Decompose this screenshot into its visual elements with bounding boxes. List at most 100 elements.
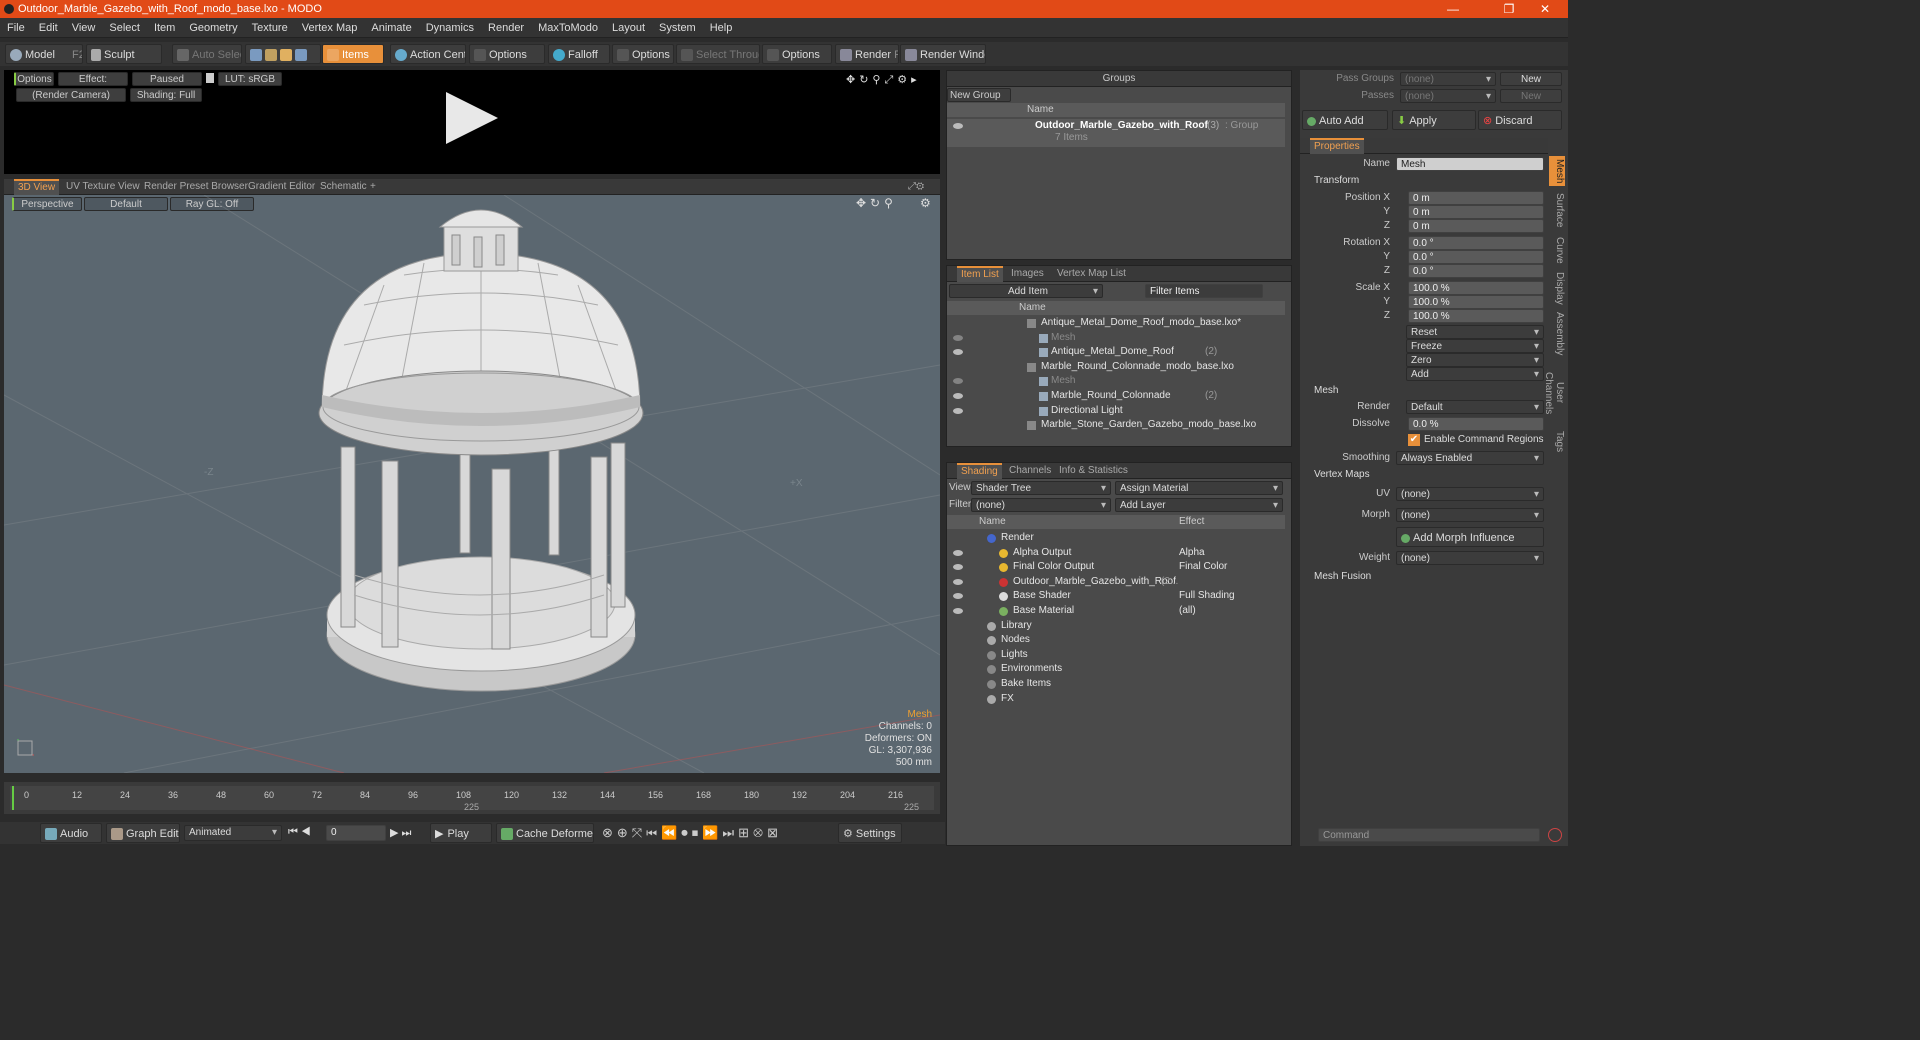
position-x-input[interactable]: 0 m bbox=[1408, 191, 1544, 205]
render-dropdown[interactable]: Default bbox=[1406, 400, 1544, 415]
menu-view[interactable]: View bbox=[65, 18, 103, 38]
new-pass-button-2[interactable]: New bbox=[1500, 89, 1562, 103]
tab-3d-view[interactable]: 3D View bbox=[14, 179, 60, 195]
settings-button[interactable]: ⚙ Settings bbox=[838, 823, 902, 843]
zero-dropdown[interactable]: Zero bbox=[1406, 353, 1544, 368]
add-tab-icon[interactable]: + bbox=[366, 179, 380, 195]
tab-properties[interactable]: Properties bbox=[1310, 138, 1364, 154]
tab-item-list[interactable]: Item List bbox=[957, 266, 1003, 282]
eye-icon[interactable] bbox=[953, 349, 963, 356]
playhead[interactable] bbox=[12, 786, 14, 810]
tab-schematic[interactable]: Schematic bbox=[316, 179, 371, 195]
enable-command-checkbox[interactable]: ✔ bbox=[1408, 434, 1420, 446]
add-morph-influence-button[interactable]: Add Morph Influence bbox=[1396, 527, 1544, 547]
polygon-mode-icon[interactable] bbox=[280, 49, 292, 62]
menu-texture[interactable]: Texture bbox=[245, 18, 295, 38]
falloff-button[interactable]: Falloff bbox=[548, 44, 610, 64]
sidetab-assembly[interactable]: Assembly bbox=[1549, 312, 1565, 356]
menu-item[interactable]: Item bbox=[147, 18, 182, 38]
timeline[interactable]: 0 12 24 36 48 60 72 84 96 108 120 132 144 156 168 180 19… bbox=[4, 782, 940, 814]
dissolve-input[interactable]: 0.0 % bbox=[1408, 417, 1544, 431]
view-expand-icon[interactable]: ⤢⚙ bbox=[904, 179, 928, 195]
tab-channels[interactable]: Channels bbox=[1005, 463, 1055, 479]
shading-dropdown[interactable]: Shading: Full bbox=[130, 88, 202, 102]
item-list-row[interactable]: Mesh bbox=[947, 374, 1285, 388]
shader-tree-row[interactable]: Alpha Output Alpha bbox=[947, 546, 1285, 560]
shader-item-effect[interactable]: Final Color bbox=[1179, 560, 1227, 574]
eye-icon[interactable] bbox=[953, 608, 963, 614]
lock-icon[interactable] bbox=[206, 73, 214, 83]
shader-item-effect[interactable]: Full Shading bbox=[1179, 589, 1235, 603]
eye-icon[interactable] bbox=[953, 123, 963, 129]
item-list-row[interactable]: Marble_Stone_Garden_Gazebo_modo_base.lxo bbox=[947, 418, 1285, 432]
sidetab-display[interactable]: Display bbox=[1549, 270, 1565, 306]
shader-tree-row[interactable]: Base Material (all) bbox=[947, 604, 1285, 618]
uv-dropdown[interactable]: (none) bbox=[1396, 487, 1544, 502]
command-input[interactable]: Command bbox=[1318, 828, 1540, 842]
menu-dynamics[interactable]: Dynamics bbox=[419, 18, 481, 38]
render-button[interactable]: Render F9 bbox=[835, 44, 899, 64]
cache-deformers-button[interactable]: Cache Deformers bbox=[496, 823, 594, 843]
skip-forward-icons[interactable]: ▶⏭ bbox=[390, 826, 414, 840]
skip-back-icons[interactable]: ⏮◀ bbox=[288, 826, 314, 839]
model-button[interactable]: Model F2 bbox=[5, 44, 83, 64]
add-layer-dropdown[interactable]: Add Layer bbox=[1115, 498, 1283, 513]
mesh-fusion-section[interactable]: Mesh Fusion bbox=[1314, 570, 1371, 584]
vertex-maps-section[interactable]: Vertex Maps bbox=[1314, 468, 1370, 482]
shader-tree-row[interactable]: Final Color Output Final Color bbox=[947, 560, 1285, 574]
mesh-section[interactable]: Mesh bbox=[1314, 384, 1338, 398]
audio-button[interactable]: Audio bbox=[40, 823, 102, 843]
weight-dropdown[interactable]: (none) bbox=[1396, 551, 1544, 566]
tab-shading[interactable]: Shading bbox=[957, 463, 1002, 479]
add-item-dropdown[interactable]: Add Item bbox=[949, 284, 1103, 299]
tab-info-statistics[interactable]: Info & Statistics bbox=[1055, 463, 1132, 479]
shader-tree-row[interactable]: Library bbox=[947, 619, 1285, 633]
menu-geometry[interactable]: Geometry bbox=[182, 18, 244, 38]
rotation-y-input[interactable]: 0.0 ° bbox=[1408, 250, 1544, 264]
menu-animate[interactable]: Animate bbox=[364, 18, 418, 38]
options-button-2[interactable]: Options bbox=[612, 44, 674, 64]
shader-tree-row[interactable]: Base Shader Full Shading bbox=[947, 589, 1285, 603]
scale-x-input[interactable]: 100.0 % bbox=[1408, 281, 1544, 295]
sidetab-user-channels[interactable]: User Channels bbox=[1543, 362, 1565, 424]
sculpt-button[interactable]: Sculpt bbox=[86, 44, 162, 64]
position-y-input[interactable]: 0 m bbox=[1408, 205, 1544, 219]
vertex-mode-icon[interactable] bbox=[250, 49, 262, 62]
rotation-x-input[interactable]: 0.0 ° bbox=[1408, 236, 1544, 250]
eye-icon[interactable] bbox=[953, 334, 963, 341]
item-list-row[interactable]: Directional Light bbox=[947, 404, 1285, 418]
name-input[interactable]: Mesh bbox=[1396, 157, 1544, 171]
pass-groups-dropdown[interactable]: (none) bbox=[1400, 72, 1496, 87]
transform-section[interactable]: Transform bbox=[1314, 174, 1359, 188]
shader-tree-row[interactable]: Bake Items bbox=[947, 677, 1285, 691]
filter-items-input[interactable]: Filter Items bbox=[1145, 284, 1263, 298]
effect-dropdown[interactable]: Effect: (Shadi... bbox=[58, 72, 128, 99]
shader-tree-row[interactable]: FX bbox=[947, 692, 1285, 706]
smoothing-dropdown[interactable]: Always Enabled bbox=[1396, 451, 1544, 466]
item-list-row[interactable]: Antique_Metal_Dome_Roof_modo_base.lxo* bbox=[947, 316, 1285, 330]
position-z-input[interactable]: 0 m bbox=[1408, 219, 1544, 233]
shader-item-effect[interactable]: Alpha bbox=[1179, 546, 1205, 560]
lut-dropdown[interactable]: LUT: sRGB bbox=[218, 72, 282, 86]
action-center-button[interactable]: Action Center bbox=[390, 44, 466, 64]
view-dropdown[interactable]: Shader Tree bbox=[971, 481, 1111, 496]
tab-gradient-editor[interactable]: Gradient Editor bbox=[244, 179, 319, 195]
menu-vertex-map[interactable]: Vertex Map bbox=[295, 18, 365, 38]
reset-dropdown[interactable]: Reset bbox=[1406, 325, 1544, 340]
eye-icon[interactable] bbox=[953, 564, 963, 571]
eye-icon[interactable] bbox=[953, 578, 963, 585]
frame-input[interactable]: 0 bbox=[326, 825, 386, 841]
preview-nav-icons[interactable]: ✥↻⚲⤢⚙▸ bbox=[846, 73, 921, 87]
menu-layout[interactable]: Layout bbox=[605, 18, 652, 38]
menu-maxtomodo[interactable]: MaxToModo bbox=[531, 18, 605, 38]
menu-select[interactable]: Select bbox=[102, 18, 147, 38]
items-mode-button[interactable]: Items bbox=[322, 44, 384, 64]
auto-select-button[interactable]: Auto Select bbox=[172, 44, 242, 64]
eye-icon[interactable] bbox=[953, 407, 963, 414]
animated-dropdown[interactable]: Animated bbox=[184, 825, 282, 841]
eye-icon[interactable] bbox=[953, 549, 963, 556]
item-list-row[interactable]: Mesh bbox=[947, 331, 1285, 345]
shader-tree-row[interactable]: Outdoor_Marble_Gazebo_with_Roof (2... bbox=[947, 575, 1285, 589]
edge-mode-icon[interactable] bbox=[265, 49, 277, 62]
freeze-dropdown[interactable]: Freeze bbox=[1406, 339, 1544, 354]
